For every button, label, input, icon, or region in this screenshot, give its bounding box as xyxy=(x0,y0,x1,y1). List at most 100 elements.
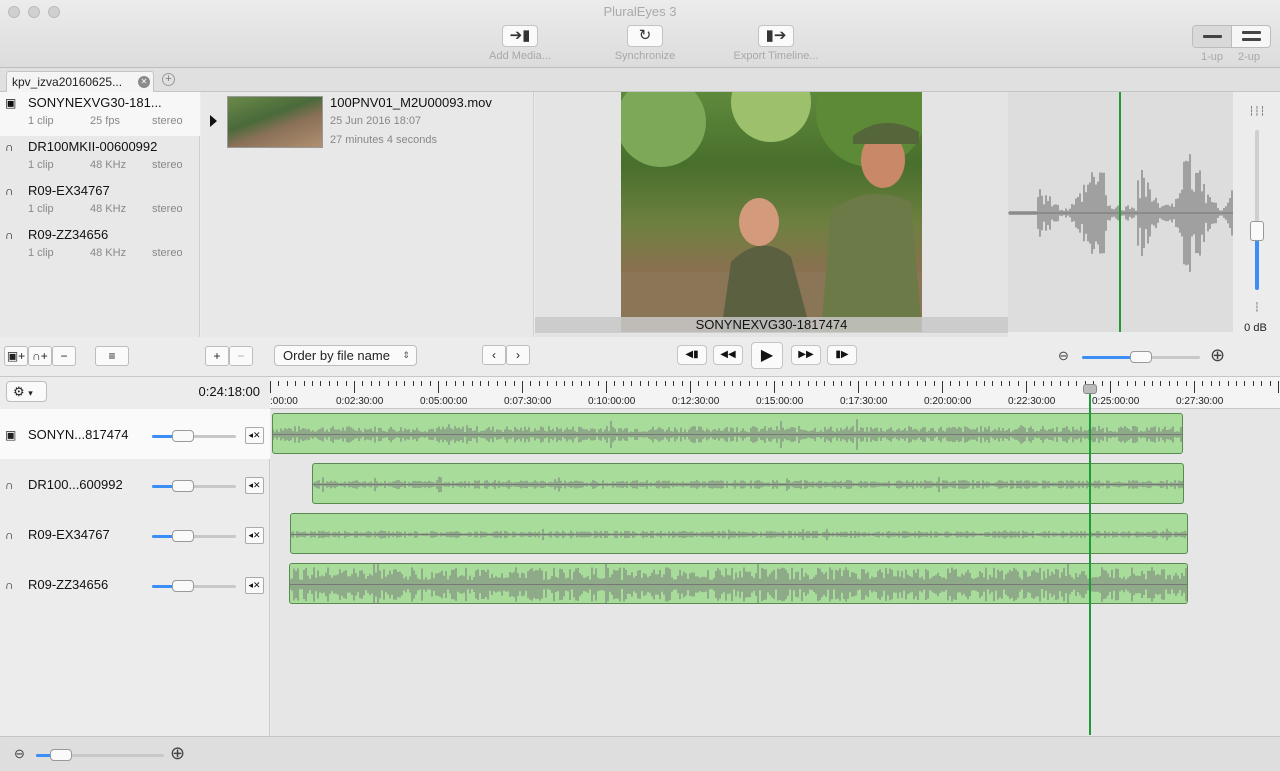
zoom-in-icon[interactable]: ⊕ xyxy=(1210,345,1225,366)
media-item[interactable]: ∩ R09-ZZ34656 1 clip 48 KHz stereo xyxy=(0,224,200,268)
track-name: R09-EX34767 xyxy=(28,527,110,542)
track-header[interactable]: ∩ R09-EX34767 ◂✕ xyxy=(0,509,270,559)
ruler-tick xyxy=(337,381,339,386)
previous-clip-button[interactable]: ‹ xyxy=(482,345,506,365)
synchronize-label: Synchronize xyxy=(614,50,676,62)
ruler-tick xyxy=(354,381,355,393)
ruler-tick xyxy=(438,381,439,393)
track-header[interactable]: ∩ DR100...600992 ◂✕ xyxy=(0,459,270,509)
add-camera-button[interactable]: ▣+ xyxy=(4,346,28,366)
timeline-clip[interactable] xyxy=(289,563,1188,604)
remove-clip-button[interactable]: − xyxy=(229,346,253,366)
add-camera-icon: ▣+ xyxy=(6,349,26,363)
ruler-tick xyxy=(429,381,431,386)
ruler-tick xyxy=(799,381,801,386)
track-volume-thumb[interactable] xyxy=(172,580,194,592)
export-timeline-label: Export Timeline... xyxy=(733,50,819,62)
add-tab-icon[interactable]: + xyxy=(162,73,175,86)
ruler-tick xyxy=(992,381,994,386)
playhead-handle[interactable] xyxy=(1083,384,1097,394)
export-timeline-button[interactable]: ▮➔ Export Timeline... xyxy=(711,25,841,62)
layout-1up-button[interactable] xyxy=(1193,26,1232,47)
ruler-tick xyxy=(1261,381,1263,386)
ruler-label: 0:17:30:00 xyxy=(840,396,888,407)
track-mute-button[interactable]: ◂✕ xyxy=(245,427,264,444)
go-to-end-button[interactable]: ▮▶ xyxy=(827,345,857,365)
media-item[interactable]: ∩ R09-EX34767 1 clip 48 KHz stereo xyxy=(0,180,200,224)
timeline-clip[interactable] xyxy=(272,413,1183,454)
ruler-tick xyxy=(1026,381,1027,393)
track-mute-button[interactable]: ◂✕ xyxy=(245,577,264,594)
ruler-label: 0:15:00:00 xyxy=(756,396,804,407)
camera-icon: ▣ xyxy=(5,96,17,110)
track-mute-button[interactable]: ◂✕ xyxy=(245,477,264,494)
timeline-clip[interactable] xyxy=(312,463,1184,504)
volume-db-label: 0 dB xyxy=(1244,322,1267,334)
list-view-button[interactable]: ≡ xyxy=(95,346,129,366)
track-volume-thumb[interactable] xyxy=(172,430,194,442)
ruler-tick xyxy=(1051,381,1053,386)
tab-label: kpv_izva20160625... xyxy=(12,75,123,89)
timeline-zoom-in-icon[interactable]: ⊕ xyxy=(170,743,185,764)
media-item[interactable]: ▣ SONYNEXVG30-181... 1 clip 25 fps stere… xyxy=(0,92,200,136)
ruler-tick xyxy=(1185,381,1187,386)
ruler-tick xyxy=(1202,381,1204,386)
timeline-zoom-thumb[interactable] xyxy=(50,749,72,761)
ruler-tick xyxy=(572,381,574,386)
track-header[interactable]: ▣ SONYN...817474 ◂✕ xyxy=(0,409,270,459)
close-tab-icon[interactable]: ✕ xyxy=(138,76,150,88)
fast-forward-button[interactable]: ▶▶ xyxy=(791,345,821,365)
add-clip-button[interactable]: + xyxy=(205,346,229,366)
next-clip-button[interactable]: › xyxy=(506,345,530,365)
ruler-label: 0:10:00:00 xyxy=(588,396,636,407)
layout-2up-button[interactable] xyxy=(1232,26,1270,47)
media-channels: stereo xyxy=(152,203,183,215)
add-media-button[interactable]: ➔▮ Add Media... xyxy=(455,25,585,62)
ruler-tick xyxy=(765,381,767,386)
ruler-tick xyxy=(807,381,809,386)
ruler-tick xyxy=(1177,381,1179,386)
synchronize-button[interactable]: ↻ Synchronize xyxy=(580,25,710,62)
media-item[interactable]: ∩ DR100MKII-00600992 1 clip 48 KHz stere… xyxy=(0,136,200,180)
ruler-tick xyxy=(547,381,549,386)
media-rate: 48 KHz xyxy=(90,247,127,259)
clip-thumbnail[interactable] xyxy=(227,96,323,148)
tab-project[interactable]: kpv_izva20160625... ✕ xyxy=(6,71,154,92)
video-frame xyxy=(621,92,922,332)
remove-media-button[interactable]: − xyxy=(52,346,76,366)
timeline-zoom-out-icon[interactable]: ⊖ xyxy=(14,746,25,762)
ruler-tick xyxy=(681,381,683,386)
ruler-tick xyxy=(446,381,448,386)
volume-thumb[interactable] xyxy=(1250,221,1264,241)
play-button[interactable]: ▶ xyxy=(751,342,783,369)
synchronize-icon: ↻ xyxy=(627,25,663,47)
headphones-icon: ∩ xyxy=(5,140,14,154)
clip-waveform xyxy=(290,564,1187,603)
rewind-button[interactable]: ◀◀ xyxy=(713,345,743,365)
ruler-tick xyxy=(631,381,633,386)
viewer-zoom-thumb[interactable] xyxy=(1130,351,1152,363)
zoom-out-icon[interactable]: ⊖ xyxy=(1058,348,1069,364)
add-audio-button[interactable]: ∩+ xyxy=(28,346,52,366)
go-to-start-button[interactable]: ◀▮ xyxy=(677,345,707,365)
ruler-label: :00:00 xyxy=(270,396,298,407)
media-name: R09-EX34767 xyxy=(28,183,110,198)
track-volume-thumb[interactable] xyxy=(172,530,194,542)
order-by-select[interactable]: Order by file name ⇕ xyxy=(274,345,417,366)
ruler-tick xyxy=(421,381,423,386)
timeline-clip[interactable] xyxy=(290,513,1188,554)
preview-playhead xyxy=(1119,92,1121,332)
ruler-tick xyxy=(1194,381,1195,393)
track-header[interactable]: ∩ R09-ZZ34656 ◂✕ xyxy=(0,559,270,609)
timeline-ruler[interactable]: :00:00 0:02:30:00 0:05:00:00 0:07:30:00 … xyxy=(270,377,1280,409)
ruler-tick xyxy=(849,381,851,386)
ruler-tick xyxy=(412,381,414,386)
track-volume-thumb[interactable] xyxy=(172,480,194,492)
headphones-icon: ∩ xyxy=(5,228,14,242)
settings-menu-button[interactable]: ⚙ ▾ xyxy=(6,381,47,402)
ruler-tick xyxy=(589,381,591,386)
track-mute-button[interactable]: ◂✕ xyxy=(245,527,264,544)
timeline-playhead[interactable] xyxy=(1089,384,1091,735)
disclosure-triangle-icon[interactable] xyxy=(210,115,217,127)
volume-max-icon: ┆┆┆ xyxy=(1248,106,1266,116)
